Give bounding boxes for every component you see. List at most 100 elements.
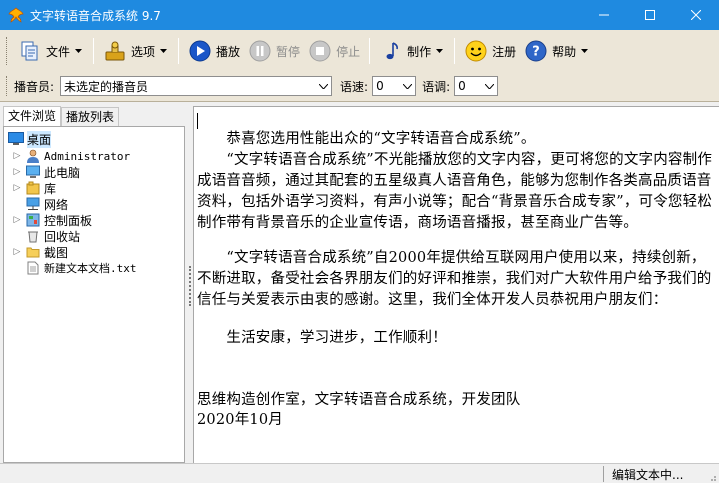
tree-item-text-file[interactable]: 新建文本文档.txt: [12, 260, 137, 276]
chevron-down-icon: [433, 49, 445, 53]
expand-arrow-icon[interactable]: ▷: [12, 183, 22, 193]
tree-item-label: 桌面: [27, 130, 52, 148]
options-icon: [103, 39, 127, 63]
editor-paragraph: 生活安康，学习进步，工作顺利！: [197, 330, 447, 346]
speed-select-value: 0: [376, 79, 384, 93]
register-label: 注册: [492, 44, 517, 59]
folder-icon: [25, 244, 41, 260]
editor-paragraph: 思维构造创作室，文字转语音合成系统，开发团队: [197, 392, 521, 408]
options-menu-button[interactable]: 选项: [99, 36, 173, 66]
help-menu-button[interactable]: ? 帮助: [520, 36, 594, 66]
library-icon: [25, 180, 41, 196]
pitch-select[interactable]: 0: [454, 76, 499, 96]
expand-arrow-icon[interactable]: ▷: [12, 215, 22, 225]
window-title: 文字转语音合成系统 9.7: [30, 8, 161, 23]
tree-item-label: 此电脑: [44, 165, 81, 180]
pitch-label: 语调:: [422, 79, 451, 94]
pause-label: 暂停: [276, 44, 301, 59]
file-menu-button[interactable]: 文件: [14, 36, 88, 66]
maximize-button[interactable]: [627, 0, 673, 30]
tree-item-screenshots[interactable]: ▷ 截图: [12, 244, 68, 260]
minimize-button[interactable]: [581, 0, 627, 30]
close-button[interactable]: [673, 0, 719, 30]
editor-paragraph: 2020年10月: [197, 412, 283, 428]
tree-item-label: 库: [44, 181, 57, 196]
toolbar-separator: [178, 38, 180, 64]
tree-item-recycle-bin[interactable]: 回收站: [12, 228, 80, 244]
pause-icon: [248, 39, 272, 63]
make-audio-button[interactable]: 制作: [375, 36, 449, 66]
tree-item-library[interactable]: ▷ 库: [12, 180, 56, 196]
tree-item-label: Administrator: [44, 149, 131, 163]
expand-arrow-icon[interactable]: ▷: [12, 247, 22, 257]
chevron-down-icon: [481, 77, 497, 95]
toolbar-separator: [454, 38, 456, 64]
resize-grip-icon[interactable]: [707, 471, 717, 481]
file-browser-pane: 文件浏览 播放列表 桌面 ▷ Administrator ▷ 此电脑 ▷ 库 网…: [0, 106, 188, 463]
tree-item-label: 回收站: [44, 229, 81, 244]
expand-arrow-icon[interactable]: ▷: [12, 151, 22, 161]
speed-label: 语速:: [340, 79, 369, 94]
tree-item-network[interactable]: 网络: [12, 196, 68, 212]
voice-select-value: 未选定的播音员: [64, 79, 149, 94]
play-button[interactable]: 播放: [184, 36, 244, 66]
chevron-down-icon: [578, 49, 590, 53]
make-label: 制作: [407, 44, 432, 59]
file-icon: [18, 39, 42, 63]
tree-item-control-panel[interactable]: ▷ 控制面板: [12, 212, 92, 228]
folder-tree[interactable]: 桌面 ▷ Administrator ▷ 此电脑 ▷ 库 网络 ▷ 控制面板 回…: [3, 126, 185, 463]
recycle-bin-icon: [25, 228, 41, 244]
tree-item-this-pc[interactable]: ▷ 此电脑: [12, 164, 80, 180]
chevron-down-icon: [72, 49, 84, 53]
computer-icon: [25, 164, 41, 180]
tree-item-desktop[interactable]: 桌面: [8, 130, 52, 148]
desktop-icon: [8, 131, 24, 147]
voice-select[interactable]: 未选定的播音员: [60, 76, 333, 96]
speed-select[interactable]: 0: [372, 76, 417, 96]
editor-paragraph: “文字转语音合成系统”不光能播放您的文字内容，更可将您的文字内容制作成语音音频，…: [197, 152, 713, 231]
text-file-icon: [25, 260, 41, 276]
toolbar-grip[interactable]: [6, 76, 10, 96]
chevron-down-icon: [399, 77, 415, 95]
editor-paragraph: 恭喜您选用性能出众的“文字转语音合成系统”。: [197, 131, 536, 147]
expand-arrow-icon[interactable]: ▷: [12, 167, 22, 177]
voice-label: 播音员:: [14, 79, 55, 94]
toolbar-area: 文件 选项 播放 暂停 停止 制作 注册 ? 帮助 播音员: 未选定的播音员 语…: [0, 30, 719, 102]
help-label: 帮助: [552, 44, 577, 59]
options-label: 选项: [131, 44, 156, 59]
user-icon: [25, 148, 41, 164]
left-tabs: 文件浏览 播放列表: [3, 106, 120, 126]
status-text: 编辑文本中...: [612, 468, 684, 482]
help-icon: ?: [524, 39, 548, 63]
tree-item-label: 截图: [44, 245, 69, 260]
music-note-icon: [379, 39, 403, 63]
pitch-select-value: 0: [458, 79, 466, 93]
main-toolbar: 文件 选项 播放 暂停 停止 制作 注册 ? 帮助: [6, 33, 713, 69]
tree-item-administrator[interactable]: ▷ Administrator: [12, 148, 130, 164]
play-label: 播放: [216, 44, 241, 59]
stop-label: 停止: [336, 44, 361, 59]
svg-text:?: ?: [532, 45, 540, 60]
stop-button[interactable]: 停止: [304, 36, 364, 66]
tab-file-browse[interactable]: 文件浏览: [3, 106, 62, 126]
chevron-down-icon: [315, 77, 331, 95]
tree-item-label: 控制面板: [44, 213, 93, 228]
toolbar-grip[interactable]: [6, 37, 10, 65]
chevron-down-icon: [157, 49, 169, 53]
pause-button[interactable]: 暂停: [244, 36, 304, 66]
register-button[interactable]: 注册: [460, 36, 520, 66]
network-icon: [25, 196, 41, 212]
tab-playlist[interactable]: 播放列表: [61, 107, 120, 126]
text-caret: [197, 113, 198, 129]
control-panel-icon: [25, 212, 41, 228]
play-icon: [188, 39, 212, 63]
title-bar: 文字转语音合成系统 9.7: [0, 0, 719, 30]
smiley-icon: [464, 39, 488, 63]
text-editor[interactable]: 恭喜您选用性能出众的“文字转语音合成系统”。 “文字转语音合成系统”不光能播放您…: [193, 106, 719, 463]
status-bar: 编辑文本中...: [0, 463, 719, 483]
toolbar-separator: [93, 38, 95, 64]
tree-item-label: 网络: [44, 197, 69, 212]
app-logo-icon: [8, 7, 24, 23]
file-label: 文件: [46, 44, 71, 59]
editor-paragraph: “文字转语音合成系统”自2000年提供给互联网用户使用以来，持续创新，不断进取，…: [197, 250, 712, 308]
